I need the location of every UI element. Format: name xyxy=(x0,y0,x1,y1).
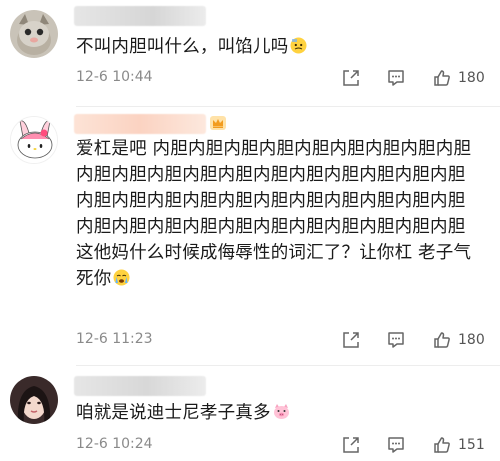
timestamp: 12-6 11:23 xyxy=(76,331,153,347)
comment-icon xyxy=(388,332,404,348)
comment-icon xyxy=(388,70,404,86)
comment-meta: 12-6 10:24 151 xyxy=(76,434,488,456)
thumbs-up-icon xyxy=(434,332,450,348)
username-blurred[interactable] xyxy=(74,376,206,396)
share-button[interactable] xyxy=(341,434,361,456)
cold-sweat-emoji xyxy=(290,36,307,54)
comment-line: 内胆内胆内胆内胆内胆内胆内胆内胆内胆内胆内胆 xyxy=(76,165,466,185)
comment-text: 不叫内胆叫什么，叫馅儿吗 xyxy=(76,34,488,60)
like-count: 180 xyxy=(458,70,485,86)
comment-icon xyxy=(388,437,404,453)
comment-text-content: 不叫内胆叫什么，叫馅儿吗 xyxy=(76,37,289,57)
reply-button[interactable] xyxy=(386,434,406,456)
timestamp: 12-6 10:24 xyxy=(76,436,153,452)
username-blurred[interactable] xyxy=(74,6,206,26)
avatar[interactable] xyxy=(10,376,58,424)
divider xyxy=(76,365,500,366)
vip-crown-icon xyxy=(209,114,227,132)
timestamp: 12-6 10:44 xyxy=(76,69,153,85)
pig-face-emoji xyxy=(273,402,290,419)
share-icon xyxy=(343,70,359,86)
reply-button[interactable] xyxy=(386,329,406,351)
avatar[interactable] xyxy=(10,10,58,58)
thumbs-up-icon xyxy=(434,70,450,86)
comment-line: 死你 xyxy=(76,269,112,289)
like-count: 180 xyxy=(458,332,485,348)
comment-line: 内胆内胆内胆内胆内胆内胆内胆内胆内胆内胆内胆 xyxy=(76,191,466,211)
crying-emoji xyxy=(113,268,130,286)
thumbs-up-icon xyxy=(434,437,450,453)
divider xyxy=(76,106,500,107)
like-button[interactable]: 180 xyxy=(432,329,485,351)
comment-text: 爱杠是吧 内胆内胆内胆内胆内胆内胆内胆内胆内胆 内胆内胆内胆内胆内胆内胆内胆内胆… xyxy=(76,136,488,292)
comment-text-content: 咱就是说迪士尼孝子真多 xyxy=(76,403,271,423)
share-icon xyxy=(343,437,359,453)
share-icon xyxy=(343,332,359,348)
comment-meta: 12-6 10:44 180 xyxy=(76,67,488,89)
comment-line: 这他妈什么时候成侮辱性的词汇了？让你杠 老子气 xyxy=(76,243,472,263)
like-button[interactable]: 180 xyxy=(432,67,485,89)
like-button[interactable]: 151 xyxy=(432,434,485,456)
avatar[interactable] xyxy=(10,116,58,164)
comment-line: 爱杠是吧 内胆内胆内胆内胆内胆内胆内胆内胆内胆 xyxy=(76,139,472,159)
reply-button[interactable] xyxy=(386,67,406,89)
comment-text: 咱就是说迪士尼孝子真多 xyxy=(76,400,488,426)
like-count: 151 xyxy=(458,437,485,453)
comment-meta: 12-6 11:23 180 xyxy=(76,329,488,351)
share-button[interactable] xyxy=(341,67,361,89)
comment-line: 内胆内胆内胆内胆内胆内胆内胆内胆内胆内胆内胆 xyxy=(76,217,466,237)
username-blurred[interactable] xyxy=(74,114,206,134)
share-button[interactable] xyxy=(341,329,361,351)
